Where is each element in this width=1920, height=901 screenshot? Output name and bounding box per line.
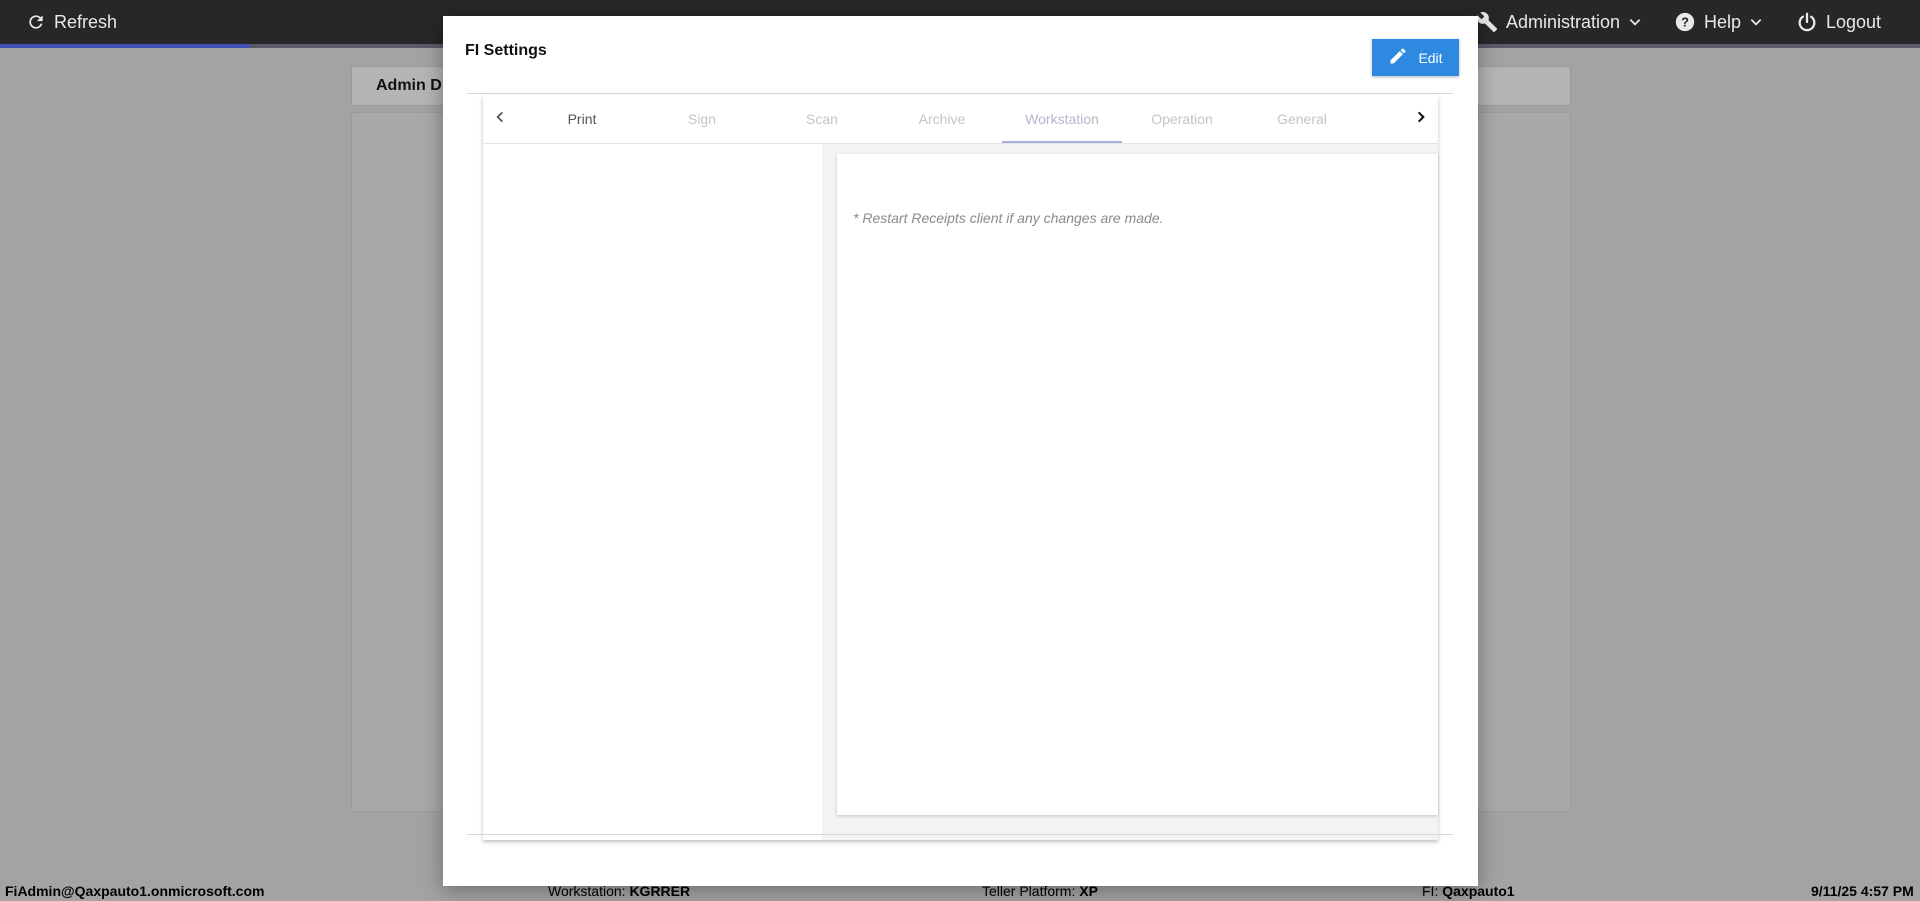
settings-panel: Print Sign Scan Archive Workstation Oper… [483,95,1438,840]
administration-label: Administration [1506,11,1621,32]
settings-left-pane [483,144,822,840]
settings-tabs: Print Sign Scan Archive Workstation Oper… [483,95,1438,144]
chevron-left-icon [493,110,507,129]
dialog-footer-divider [467,834,1453,835]
power-icon [1796,11,1818,33]
help-menu[interactable]: ? Help [1674,0,1763,44]
administration-menu[interactable]: Administration [1476,0,1642,44]
logout-button[interactable]: Logout [1796,0,1881,44]
fi-settings-dialog: FI Settings Edit Print Sign Scan Archive… [443,16,1478,886]
tab-general[interactable]: General [1242,95,1362,143]
chevron-down-icon [1749,15,1763,29]
refresh-icon [26,12,46,32]
svg-text:?: ? [1681,15,1689,30]
dialog-title: FI Settings [465,42,547,59]
help-label: Help [1704,11,1742,32]
chevron-down-icon [1628,15,1642,29]
edit-label: Edit [1418,49,1443,66]
tab-operation[interactable]: Operation [1122,95,1242,143]
pencil-icon [1388,46,1408,69]
tab-scan[interactable]: Scan [762,95,882,143]
logout-label: Logout [1826,11,1882,32]
tabs-scroll-left[interactable] [483,95,517,143]
status-datetime: 9/11/25 4:57 PM [1811,883,1914,899]
restart-note: * Restart Receipts client if any changes… [853,210,1164,226]
refresh-button[interactable]: Refresh [26,0,117,44]
status-user: FiAdmin@Qaxpauto1.onmicrosoft.com [5,883,265,899]
dialog-header [467,38,1453,94]
tabs-scroll-right[interactable] [1404,95,1438,143]
chevron-right-icon [1414,110,1428,129]
tab-print[interactable]: Print [522,95,642,143]
help-icon: ? [1674,11,1696,33]
tab-sign[interactable]: Sign [642,95,762,143]
tab-workstation[interactable]: Workstation [1002,95,1122,143]
wrench-icon [1476,11,1498,33]
settings-content-card: * Restart Receipts client if any changes… [837,154,1438,815]
refresh-label: Refresh [54,11,118,32]
tab-archive[interactable]: Archive [882,95,1002,143]
admin-card-title: Admin D [376,77,442,94]
edit-button[interactable]: Edit [1372,39,1459,76]
